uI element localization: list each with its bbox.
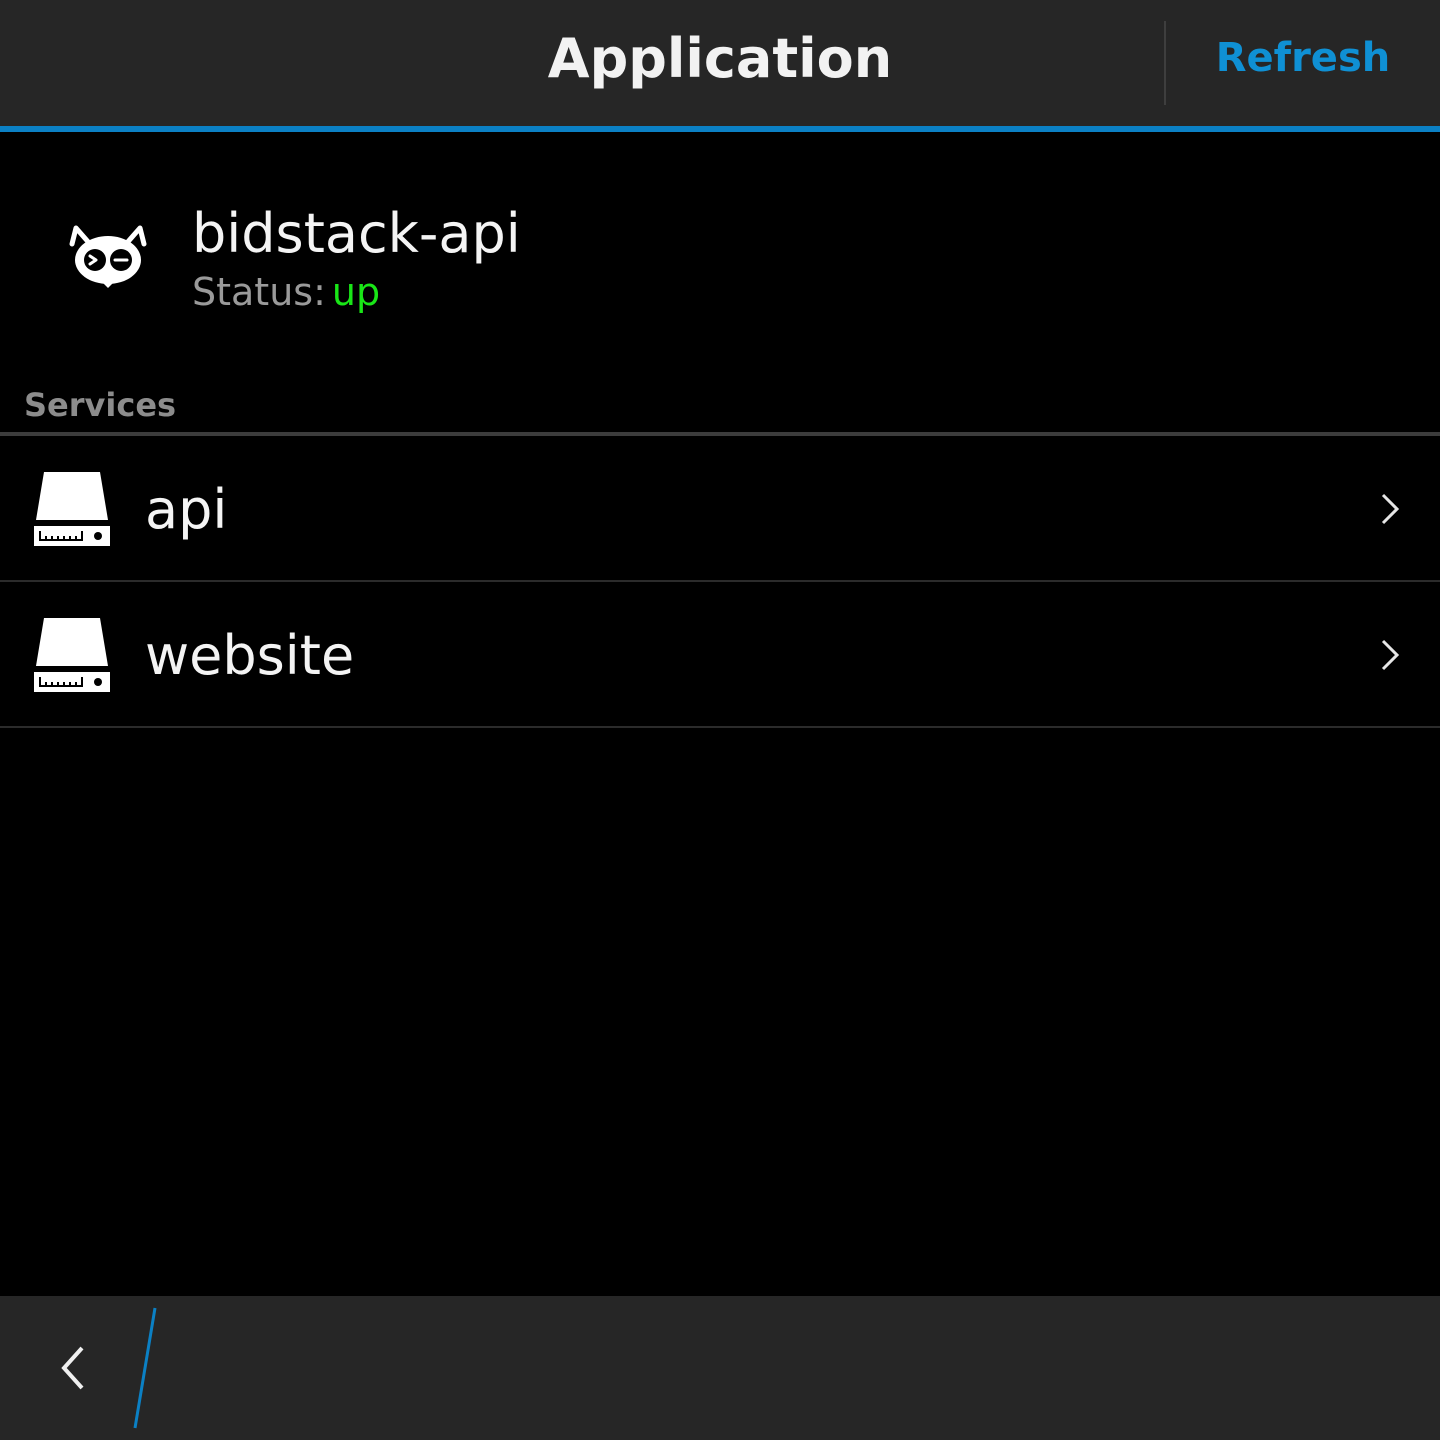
status-label: Status: (192, 270, 326, 314)
back-chevron-icon (61, 1346, 84, 1390)
service-name: website (145, 623, 355, 687)
services-list: api website (0, 436, 1440, 728)
app-name: bidstack-api (192, 202, 521, 265)
chevron-right-icon (1381, 493, 1400, 525)
chevron-right-icon (1381, 639, 1400, 671)
list-item-api[interactable]: api (0, 436, 1440, 582)
ant-mascot-icon (69, 225, 147, 288)
list-item-website[interactable]: website (0, 582, 1440, 728)
back-slash-divider (133, 1307, 157, 1429)
status-badge: up (331, 270, 381, 314)
action-bar (0, 1296, 1440, 1440)
refresh-button[interactable]: Refresh (1166, 0, 1440, 126)
title-bar: Application Refresh (0, 0, 1440, 126)
services-section-label: Services (24, 386, 177, 424)
server-drive-icon (34, 618, 110, 692)
app-header: bidstack-api Status: up (0, 132, 1440, 382)
server-drive-icon (34, 472, 110, 546)
back-button[interactable] (0, 1296, 140, 1440)
service-name: api (145, 477, 228, 541)
status-row: Status: up (192, 270, 380, 314)
